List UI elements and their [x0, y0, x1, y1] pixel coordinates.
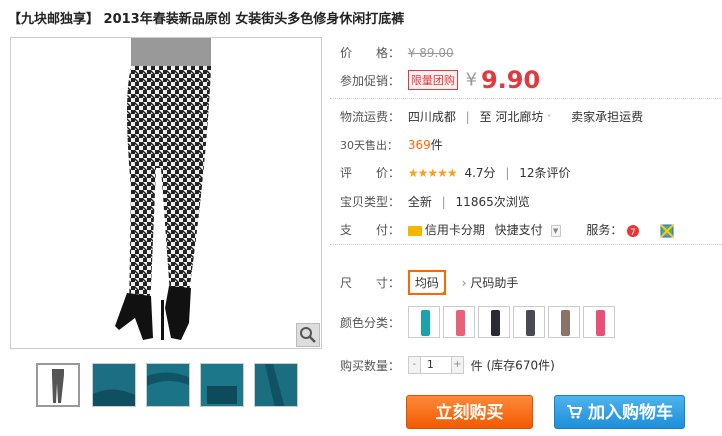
sales-unit: 件	[430, 138, 443, 152]
color-label: 颜色分类：	[340, 315, 401, 330]
price-label: 价 格：	[340, 46, 401, 60]
svg-text:7: 7	[630, 228, 636, 238]
condition: 全新	[407, 195, 432, 209]
thumbnail-3[interactable]	[146, 363, 190, 407]
size-option-selected[interactable]: 均码	[407, 270, 446, 295]
sales-count: 369	[407, 138, 431, 152]
decrement-button[interactable]: -	[408, 357, 421, 373]
original-price: ¥ 89.00	[407, 46, 454, 60]
quantity-stepper: - 1 +	[407, 356, 464, 374]
leggings-color-thumb	[420, 310, 430, 336]
quantity-label: 购买数量：	[340, 358, 401, 373]
leggings-image	[115, 38, 211, 340]
divider	[330, 244, 722, 245]
view-count: 11865次浏览	[455, 195, 530, 209]
rating-score: 4.7分	[464, 166, 496, 180]
chevron-down-icon[interactable]: ˅	[547, 114, 551, 123]
rating-label: 评 价：	[340, 166, 401, 180]
add-to-cart-button[interactable]: 加入购物车	[554, 395, 685, 429]
leggings-thumb	[38, 365, 78, 405]
leggings-color-thumb	[525, 310, 535, 336]
shipping-row: 物流运费： 四川成都 | 至 河北廊坊 ˅ 卖家承担运费	[340, 108, 643, 125]
currency-symbol: ¥	[465, 69, 478, 91]
seven-day-return-icon[interactable]: 7	[626, 224, 640, 238]
color-swatch[interactable]	[442, 306, 475, 338]
thumbnail-5[interactable]	[254, 363, 298, 407]
price-row: 价 格： ¥ 89.00	[340, 44, 454, 61]
shipping-note: 卖家承担运费	[571, 110, 644, 124]
add-to-cart-label: 加入购物车	[587, 403, 673, 423]
promo-label: 参加促销：	[340, 73, 401, 88]
fabric-thumb	[147, 364, 189, 406]
quantity-unit: 件	[470, 358, 483, 373]
chevron-right-icon: ›	[461, 276, 467, 290]
buy-now-button[interactable]: 立刻购买	[406, 395, 533, 429]
size-label: 尺 寸：	[340, 276, 401, 290]
color-row: 颜色分类：	[340, 306, 618, 338]
main-product-image[interactable]	[10, 37, 322, 349]
credit-card-icon	[407, 225, 422, 236]
leggings-color-thumb	[560, 310, 570, 336]
ship-from: 四川成都	[407, 110, 456, 124]
leggings-color-thumb	[595, 310, 605, 336]
color-swatch[interactable]	[477, 306, 510, 338]
magnifier-icon	[300, 327, 316, 343]
star-rating-icon: ★★★★★	[407, 166, 458, 180]
divider	[330, 98, 722, 99]
type-label: 宝贝类型：	[340, 195, 401, 209]
color-swatch[interactable]	[547, 306, 580, 338]
rating-row: 评 价： ★★★★★ 4.7分 | 12条评价	[340, 164, 571, 181]
product-title: 【九块邮独享】 2013年春装新品原创 女装街头多色修身休闲打底裤	[8, 12, 405, 27]
color-swatch[interactable]	[407, 306, 440, 338]
zoom-button[interactable]	[296, 323, 320, 347]
fabric-thumb	[201, 364, 243, 406]
guarantee-icon[interactable]	[660, 223, 674, 238]
ship-to-select[interactable]: 河北廊坊	[495, 110, 543, 124]
cart-icon	[567, 405, 583, 419]
service-label: 服务：	[586, 223, 623, 237]
quantity-row: 购买数量： - 1 + 件 (库存670件)	[340, 356, 555, 374]
installment-link[interactable]: 信用卡分期	[425, 223, 485, 237]
shipping-label: 物流运费：	[340, 110, 401, 124]
payment-label: 支 付：	[340, 223, 401, 237]
thumbnail-2[interactable]	[92, 363, 136, 407]
leggings-color-thumb	[455, 310, 465, 336]
payment-row: 支 付： 信用卡分期 快捷支付 ▼ 服务： 7	[340, 221, 674, 238]
ship-to-prefix: 至	[479, 110, 492, 124]
review-count-link[interactable]: 12条评价	[519, 166, 570, 180]
increment-button[interactable]: +	[450, 357, 463, 373]
thumbnail-4[interactable]	[200, 363, 244, 407]
quantity-input[interactable]: 1	[423, 357, 451, 373]
sales-row: 30天售出： 369件	[340, 136, 443, 153]
group-buy-badge: 限量团购	[407, 70, 458, 90]
size-helper-link[interactable]: 尺码助手	[470, 276, 518, 290]
sales-label: 30天售出：	[340, 139, 398, 152]
type-row: 宝贝类型： 全新 | 11865次浏览	[340, 193, 530, 210]
stock-count: (库存670件)	[486, 358, 555, 373]
separator: |	[465, 110, 470, 124]
separator: |	[441, 195, 446, 209]
color-swatch[interactable]	[582, 306, 615, 338]
separator: |	[505, 166, 510, 180]
fabric-thumb	[93, 364, 135, 406]
express-pay: 快捷支付	[494, 223, 543, 237]
leggings-color-thumb	[490, 310, 500, 336]
size-row: 尺 寸： 均码 › 尺码助手	[340, 270, 518, 295]
fabric-thumb	[255, 364, 297, 406]
dropdown-arrow-icon[interactable]: ▼	[550, 224, 561, 237]
color-swatch[interactable]	[512, 306, 545, 338]
thumbnail-1[interactable]	[36, 363, 80, 407]
promo-row: 参加促销： 限量团购 ¥ 9.90	[340, 66, 540, 94]
promo-price: 9.90	[480, 66, 541, 94]
buy-now-label: 立刻购买	[435, 403, 504, 423]
